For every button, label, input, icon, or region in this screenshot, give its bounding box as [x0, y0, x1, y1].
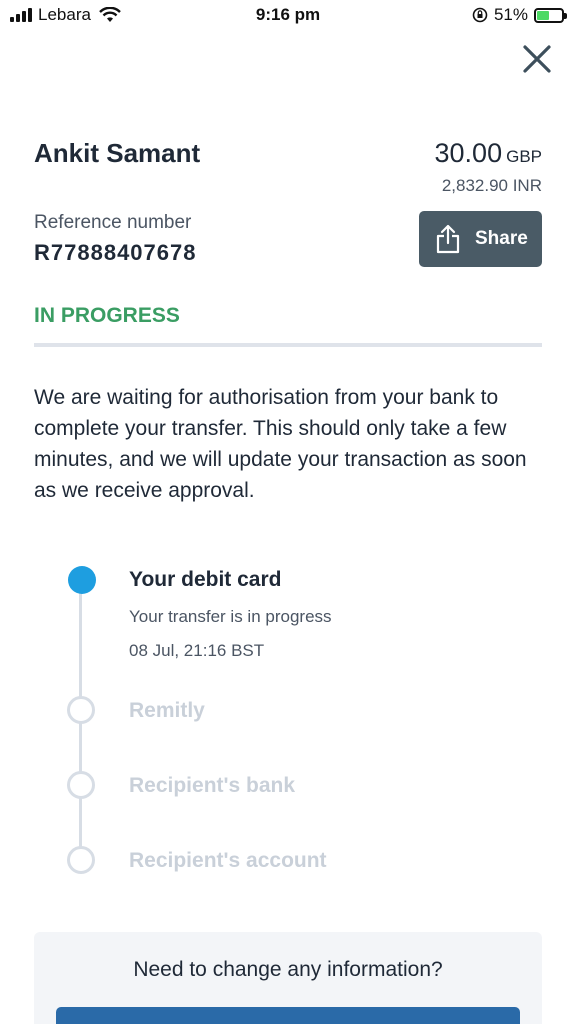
help-question: Need to change any information? — [133, 958, 443, 981]
recipient-name: Ankit Samant — [34, 138, 201, 168]
divider — [34, 343, 542, 347]
battery-icon — [534, 7, 567, 23]
timeline-dot-pending — [67, 846, 95, 874]
step-subtitle: Your transfer is in progress — [129, 607, 332, 626]
step-title-recipient-account: Recipient's account — [129, 849, 327, 872]
transfer-status: IN PROGRESS — [34, 304, 180, 327]
battery-percent: 51% — [493, 5, 528, 24]
status-bar: Lebara 9:16 pm 51% — [0, 0, 576, 32]
share-button[interactable]: Share — [419, 211, 542, 267]
reference-number: R77888407678 — [34, 240, 197, 265]
status-message: We are waiting for authorisation from yo… — [34, 386, 527, 502]
step-timestamp: 08 Jul, 21:16 BST — [129, 641, 265, 660]
step-title-remitly: Remitly — [129, 699, 205, 722]
converted-amount: 2,832.90 INR — [441, 176, 542, 195]
close-icon[interactable] — [520, 42, 554, 76]
step-title-debit-card: Your debit card — [129, 568, 282, 591]
transfer-details-screen: Lebara 9:16 pm 51% Ankit Samant 30.00GB — [0, 0, 576, 1024]
amount-value: 30.00 — [434, 138, 503, 168]
timeline-dot-pending — [67, 771, 95, 799]
reference-label: Reference number — [34, 212, 192, 233]
timeline-dot-active — [68, 566, 96, 594]
amount-currency: GBP — [506, 147, 542, 166]
share-label: Share — [475, 228, 528, 249]
change-details-button[interactable] — [56, 1007, 520, 1024]
help-card: Need to change any information? — [34, 932, 542, 1024]
rotation-lock-icon — [472, 7, 488, 23]
step-title-recipient-bank: Recipient's bank — [129, 774, 296, 797]
send-amount: 30.00 GBP — [435, 138, 542, 169]
timeline-dot-pending — [67, 696, 95, 724]
share-icon — [436, 224, 460, 254]
